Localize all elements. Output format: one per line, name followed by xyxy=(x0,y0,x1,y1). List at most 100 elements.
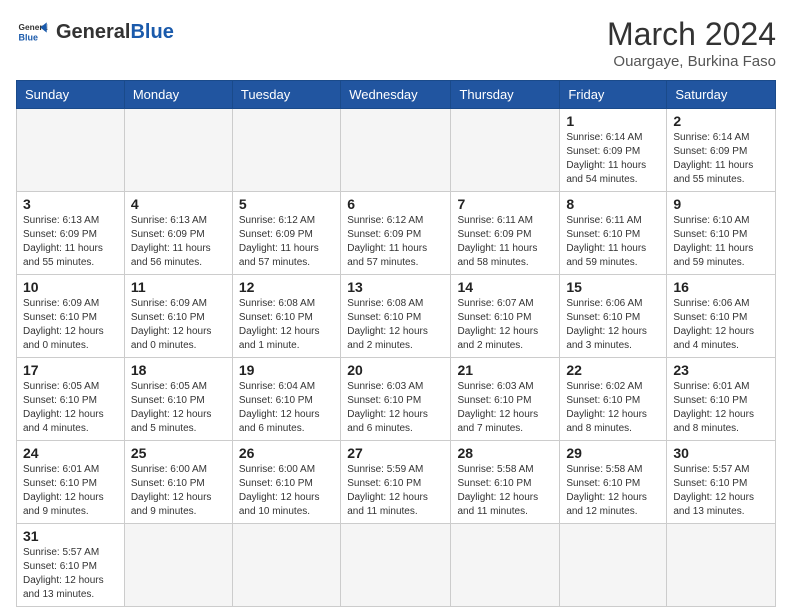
day-info: Sunrise: 6:05 AM Sunset: 6:10 PM Dayligh… xyxy=(23,380,118,436)
col-thursday: Thursday xyxy=(451,81,560,109)
table-row xyxy=(341,109,451,192)
table-row: 8Sunrise: 6:11 AM Sunset: 6:10 PM Daylig… xyxy=(560,192,667,275)
day-info: Sunrise: 6:10 AM Sunset: 6:10 PM Dayligh… xyxy=(673,214,769,270)
day-number: 5 xyxy=(239,196,334,212)
location: Ouargaye, Burkina Faso xyxy=(607,53,776,70)
table-row: 17Sunrise: 6:05 AM Sunset: 6:10 PM Dayli… xyxy=(17,358,125,441)
day-info: Sunrise: 6:09 AM Sunset: 6:10 PM Dayligh… xyxy=(131,297,226,353)
day-info: Sunrise: 6:06 AM Sunset: 6:10 PM Dayligh… xyxy=(566,297,660,353)
day-number: 13 xyxy=(347,279,444,295)
day-info: Sunrise: 6:13 AM Sunset: 6:09 PM Dayligh… xyxy=(23,214,118,270)
table-row: 14Sunrise: 6:07 AM Sunset: 6:10 PM Dayli… xyxy=(451,275,560,358)
calendar-week-row: 24 Sunrise: 6:01 AM Sunset: 6:10 PM Dayli… xyxy=(17,441,776,524)
table-row: 23Sunrise: 6:01 AM Sunset: 6:10 PM Dayli… xyxy=(667,358,776,441)
day-number: 6 xyxy=(347,196,444,212)
day-info: Sunrise: 5:58 AM Sunset: 6:10 PM Dayligh… xyxy=(457,463,553,519)
day-number: 22 xyxy=(566,362,660,378)
table-row xyxy=(124,524,232,607)
calendar-week-row: 31Sunrise: 5:57 AM Sunset: 6:10 PM Dayli… xyxy=(17,524,776,607)
table-row xyxy=(17,109,125,192)
table-row xyxy=(560,524,667,607)
day-number: 10 xyxy=(23,279,118,295)
day-number: 14 xyxy=(457,279,553,295)
title-block: March 2024 Ouargaye, Burkina Faso xyxy=(607,16,776,70)
logo-general: GeneralBlue xyxy=(56,21,174,44)
day-info: Sunrise: 6:08 AM Sunset: 6:10 PM Dayligh… xyxy=(239,297,334,353)
table-row xyxy=(451,524,560,607)
day-number: 11 xyxy=(131,279,226,295)
col-tuesday: Tuesday xyxy=(232,81,340,109)
day-info: Sunrise: 6:01 AM Sunset: 6:10 PM Dayligh… xyxy=(23,463,118,519)
svg-text:Blue: Blue xyxy=(19,32,38,42)
day-info: Sunrise: 6:08 AM Sunset: 6:10 PM Dayligh… xyxy=(347,297,444,353)
day-number: 18 xyxy=(131,362,226,378)
day-info: Sunrise: 6:03 AM Sunset: 6:10 PM Dayligh… xyxy=(457,380,553,436)
col-sunday: Sunday xyxy=(17,81,125,109)
calendar-week-row: 10 Sunrise: 6:09 AM Sunset: 6:10 PM Dayli… xyxy=(17,275,776,358)
day-info: Sunrise: 6:04 AM Sunset: 6:10 PM Dayligh… xyxy=(239,380,334,436)
day-info: Sunrise: 6:11 AM Sunset: 6:10 PM Dayligh… xyxy=(566,214,660,270)
day-number: 21 xyxy=(457,362,553,378)
table-row: 27Sunrise: 5:59 AM Sunset: 6:10 PM Dayli… xyxy=(341,441,451,524)
day-info: Sunrise: 6:00 AM Sunset: 6:10 PM Dayligh… xyxy=(239,463,334,519)
day-number: 26 xyxy=(239,445,334,461)
table-row: 30Sunrise: 5:57 AM Sunset: 6:10 PM Dayli… xyxy=(667,441,776,524)
table-row: 4Sunrise: 6:13 AM Sunset: 6:09 PM Daylig… xyxy=(124,192,232,275)
table-row: 16Sunrise: 6:06 AM Sunset: 6:10 PM Dayli… xyxy=(667,275,776,358)
day-info: Sunrise: 5:58 AM Sunset: 6:10 PM Dayligh… xyxy=(566,463,660,519)
calendar-week-row: 1 Sunrise: 6:14 AM Sunset: 6:09 PM Daylig… xyxy=(17,109,776,192)
day-info: Sunrise: 6:02 AM Sunset: 6:10 PM Dayligh… xyxy=(566,380,660,436)
calendar-week-row: 3 Sunrise: 6:13 AM Sunset: 6:09 PM Daylig… xyxy=(17,192,776,275)
day-number: 4 xyxy=(131,196,226,212)
table-row: 11 Sunrise: 6:09 AM Sunset: 6:10 PM Dayli… xyxy=(124,275,232,358)
day-info: Sunrise: 6:03 AM Sunset: 6:10 PM Dayligh… xyxy=(347,380,444,436)
day-number: 27 xyxy=(347,445,444,461)
table-row: 20Sunrise: 6:03 AM Sunset: 6:10 PM Dayli… xyxy=(341,358,451,441)
table-row xyxy=(124,109,232,192)
day-number: 24 xyxy=(23,445,118,461)
calendar-week-row: 17Sunrise: 6:05 AM Sunset: 6:10 PM Dayli… xyxy=(17,358,776,441)
day-info: Sunrise: 6:00 AM Sunset: 6:10 PM Dayligh… xyxy=(131,463,226,519)
day-number: 12 xyxy=(239,279,334,295)
table-row xyxy=(667,524,776,607)
header: General Blue GeneralBlue March 2024 Ouar… xyxy=(16,16,776,70)
day-number: 19 xyxy=(239,362,334,378)
table-row: 15Sunrise: 6:06 AM Sunset: 6:10 PM Dayli… xyxy=(560,275,667,358)
table-row: 1 Sunrise: 6:14 AM Sunset: 6:09 PM Daylig… xyxy=(560,109,667,192)
table-row: 22 Sunrise: 6:02 AM Sunset: 6:10 PM Dayli… xyxy=(560,358,667,441)
day-number: 25 xyxy=(131,445,226,461)
table-row xyxy=(451,109,560,192)
table-row: 31Sunrise: 5:57 AM Sunset: 6:10 PM Dayli… xyxy=(17,524,125,607)
col-saturday: Saturday xyxy=(667,81,776,109)
day-info: Sunrise: 6:14 AM Sunset: 6:09 PM Dayligh… xyxy=(566,131,660,187)
table-row xyxy=(232,109,340,192)
table-row: 28 Sunrise: 5:58 AM Sunset: 6:10 PM Dayli… xyxy=(451,441,560,524)
day-number: 29 xyxy=(566,445,660,461)
col-wednesday: Wednesday xyxy=(341,81,451,109)
day-number: 3 xyxy=(23,196,118,212)
day-number: 1 xyxy=(566,113,660,129)
logo-icon: General Blue xyxy=(16,16,48,48)
day-number: 30 xyxy=(673,445,769,461)
day-info: Sunrise: 6:14 AM Sunset: 6:09 PM Dayligh… xyxy=(673,131,769,187)
calendar-header-row: Sunday Monday Tuesday Wednesday Thursday… xyxy=(17,81,776,109)
day-number: 28 xyxy=(457,445,553,461)
day-info: Sunrise: 6:05 AM Sunset: 6:10 PM Dayligh… xyxy=(131,380,226,436)
col-friday: Friday xyxy=(560,81,667,109)
day-number: 7 xyxy=(457,196,553,212)
logo: General Blue GeneralBlue xyxy=(16,16,174,48)
table-row: 7 Sunrise: 6:11 AM Sunset: 6:09 PM Daylig… xyxy=(451,192,560,275)
table-row: 13 Sunrise: 6:08 AM Sunset: 6:10 PM Dayli… xyxy=(341,275,451,358)
day-number: 31 xyxy=(23,528,118,544)
table-row: 19 Sunrise: 6:04 AM Sunset: 6:10 PM Dayli… xyxy=(232,358,340,441)
table-row: 2 Sunrise: 6:14 AM Sunset: 6:09 PM Daylig… xyxy=(667,109,776,192)
table-row: 10Sunrise: 6:09 AM Sunset: 6:10 PM Dayli… xyxy=(17,275,125,358)
table-row xyxy=(341,524,451,607)
day-info: Sunrise: 6:11 AM Sunset: 6:09 PM Dayligh… xyxy=(457,214,553,270)
table-row: 29 Sunrise: 5:58 AM Sunset: 6:10 PM Dayli… xyxy=(560,441,667,524)
table-row: 12 Sunrise: 6:08 AM Sunset: 6:10 PM Dayli… xyxy=(232,275,340,358)
day-number: 2 xyxy=(673,113,769,129)
table-row: 24 Sunrise: 6:01 AM Sunset: 6:10 PM Dayli… xyxy=(17,441,125,524)
day-number: 9 xyxy=(673,196,769,212)
day-info: Sunrise: 6:06 AM Sunset: 6:10 PM Dayligh… xyxy=(673,297,769,353)
